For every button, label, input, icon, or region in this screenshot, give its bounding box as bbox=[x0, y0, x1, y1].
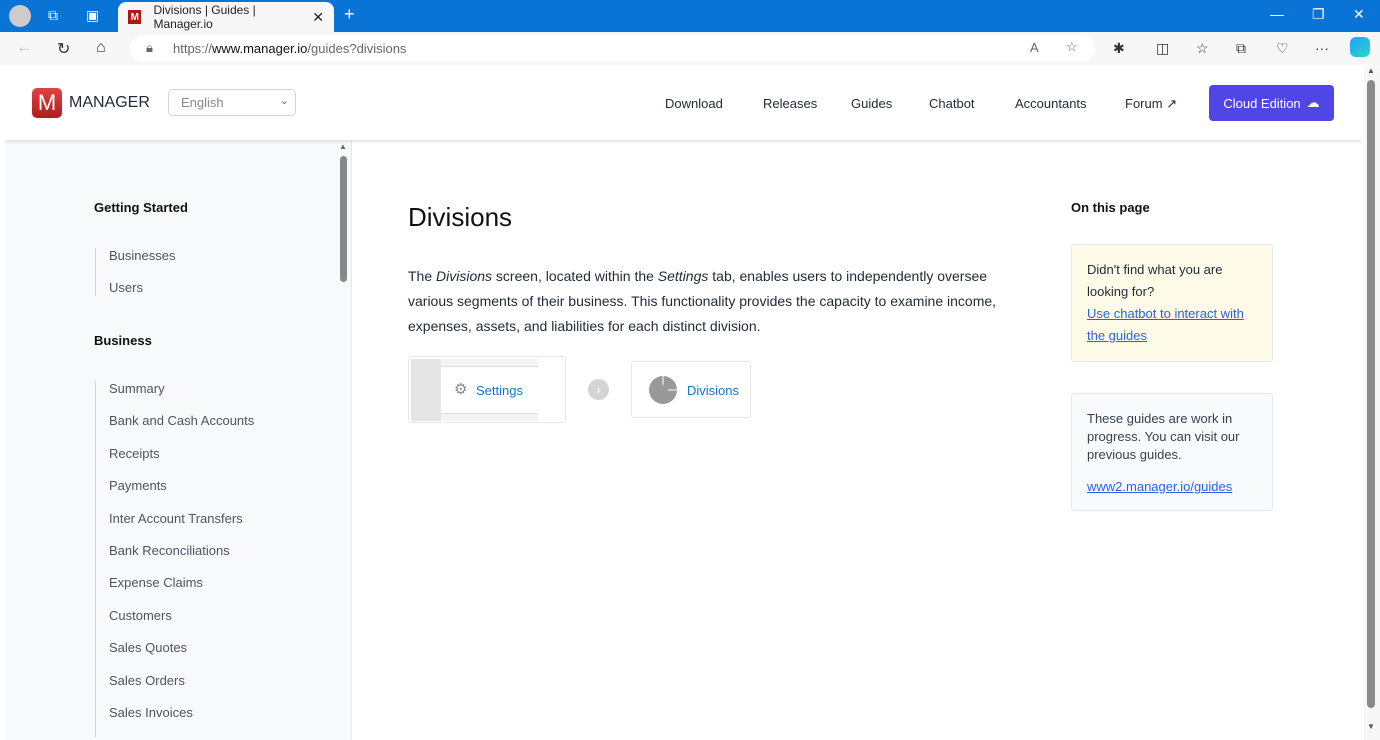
address-bar-row: ← ↻ ⌂ 🔒︎ https://www.manager.io/guides?d… bbox=[0, 32, 1380, 65]
gear-icon: ⚙ bbox=[454, 381, 468, 398]
sidebar-heading-business: Business bbox=[94, 333, 152, 348]
sidebar-item-summary[interactable]: Summary bbox=[96, 381, 254, 413]
home-icon[interactable]: ⌂ bbox=[96, 39, 106, 57]
nav-guides[interactable]: Guides bbox=[851, 96, 892, 111]
url-input[interactable]: 🔒︎ https://www.manager.io/guides?divisio… bbox=[130, 35, 1095, 62]
workspaces-icon[interactable]: ⧉ bbox=[48, 7, 58, 24]
more-icon[interactable]: ··· bbox=[1315, 40, 1329, 56]
sidebar-item-sales-quotes[interactable]: Sales Quotes bbox=[96, 640, 254, 672]
nav-releases[interactable]: Releases bbox=[763, 96, 817, 111]
sidebar-item-inter-account-transfers[interactable]: Inter Account Transfers bbox=[96, 511, 254, 543]
split-screen-icon[interactable]: ◫ bbox=[1156, 40, 1169, 57]
intro-paragraph: The Divisions screen, located within the… bbox=[408, 268, 997, 334]
divisions-tab-card[interactable]: Divisions bbox=[631, 361, 751, 418]
browser-essentials-icon[interactable]: ♡ bbox=[1276, 40, 1289, 57]
sidebar-item-businesses[interactable]: Businesses bbox=[96, 248, 175, 280]
new-tab-icon[interactable]: + bbox=[344, 4, 355, 25]
site-header: M MANAGER English ⌄ Download Releases Gui… bbox=[5, 66, 1363, 140]
read-aloud-icon[interactable]: A bbox=[1030, 40, 1039, 55]
close-tab-icon[interactable]: ✕ bbox=[312, 9, 324, 26]
sidebar-scrollbar[interactable] bbox=[340, 156, 347, 282]
favorites-icon[interactable]: ☆ bbox=[1196, 40, 1209, 57]
sidebar-item-bank-and-cash-accounts[interactable]: Bank and Cash Accounts bbox=[96, 413, 254, 445]
minimize-icon[interactable]: — bbox=[1270, 6, 1284, 22]
close-window-icon[interactable]: ✕ bbox=[1353, 6, 1365, 23]
language-select[interactable]: English ⌄ bbox=[168, 89, 296, 116]
brand-name[interactable]: MANAGER bbox=[69, 94, 150, 112]
external-link-icon: ↗ bbox=[1166, 96, 1178, 111]
sidebar-item-payments[interactable]: Payments bbox=[96, 478, 254, 510]
wip-text: These guides are work in progress. You c… bbox=[1087, 411, 1240, 462]
url-prefix: https:// bbox=[173, 41, 213, 56]
sidebar-group-business: Summary Bank and Cash Accounts Receipts … bbox=[95, 381, 254, 738]
settings-tab-card[interactable]: ⚙ Settings bbox=[408, 356, 566, 423]
collections-icon[interactable]: ⧉ bbox=[1236, 40, 1246, 57]
chatbot-link[interactable]: Use chatbot to interact with the guides bbox=[1087, 303, 1257, 347]
favorite-star-icon[interactable]: ☆ bbox=[1066, 39, 1078, 55]
previous-guides-box: These guides are work in progress. You c… bbox=[1071, 393, 1273, 511]
sidebar-group-getting-started: Businesses Users bbox=[95, 248, 175, 297]
back-icon[interactable]: ← bbox=[16, 39, 32, 57]
card-sidebar-decoration bbox=[411, 359, 441, 421]
sidebar-heading-getting-started: Getting Started bbox=[94, 200, 188, 215]
card-bottom-decoration bbox=[441, 413, 538, 421]
scroll-up-icon[interactable]: ▲ bbox=[1367, 66, 1375, 75]
divisions-label: Divisions bbox=[687, 383, 740, 398]
sidebar-item-expense-claims[interactable]: Expense Claims bbox=[96, 575, 254, 607]
cloud-edition-button[interactable]: Cloud Edition ☁ bbox=[1209, 85, 1334, 121]
chatbot-help-box: Didn't find what you are looking for? Us… bbox=[1071, 244, 1273, 362]
previous-guides-link[interactable]: www2.manager.io/guides bbox=[1087, 478, 1257, 496]
cloud-edition-label: Cloud Edition bbox=[1223, 95, 1301, 111]
sidebar-item-receipts[interactable]: Receipts bbox=[96, 446, 254, 478]
card-top-decoration bbox=[441, 359, 538, 367]
web-page: M MANAGER English ⌄ Download Releases Gui… bbox=[5, 66, 1363, 740]
page-scrollbar-thumb[interactable] bbox=[1367, 80, 1375, 708]
url-path: /guides?divisions bbox=[307, 41, 407, 56]
pie-chart-icon bbox=[649, 376, 677, 404]
on-this-page-heading: On this page bbox=[1071, 200, 1150, 215]
nav-forum[interactable]: Forum ↗ bbox=[1125, 96, 1177, 112]
nav-download[interactable]: Download bbox=[665, 96, 723, 111]
sidebar-item-bank-reconciliations[interactable]: Bank Reconciliations bbox=[96, 543, 254, 575]
chevron-down-icon: ⌄ bbox=[279, 95, 289, 107]
extensions-icon[interactable]: ✱ bbox=[1113, 40, 1125, 57]
page-title: Divisions bbox=[408, 202, 513, 232]
tab-actions-icon[interactable]: ▣ bbox=[86, 7, 99, 24]
scroll-down-icon[interactable]: ▼ bbox=[1367, 722, 1375, 731]
refresh-icon[interactable]: ↻ bbox=[57, 39, 70, 59]
sidebar-item-customers[interactable]: Customers bbox=[96, 608, 254, 640]
favicon: M bbox=[128, 10, 142, 24]
sidebar-item-users[interactable]: Users bbox=[96, 280, 175, 296]
cloud-icon: ☁ bbox=[1306, 95, 1320, 110]
nav-forum-label: Forum bbox=[1125, 96, 1163, 111]
url-domain: www.manager.io bbox=[212, 41, 308, 56]
sidebar: ▲ Getting Started Businesses Users Busin… bbox=[5, 140, 352, 740]
sidebar-item-sales-invoices[interactable]: Sales Invoices bbox=[96, 705, 254, 737]
nav-accountants[interactable]: Accountants bbox=[1015, 96, 1087, 111]
manager-logo[interactable]: M bbox=[32, 88, 62, 118]
language-value: English bbox=[181, 95, 224, 110]
profile-icon[interactable] bbox=[9, 5, 31, 27]
browser-tab-bar: ⧉ ▣ M Divisions | Guides | Manager.io ✕ … bbox=[0, 0, 1380, 32]
lock-icon: 🔒︎ bbox=[146, 40, 153, 55]
help-text: Didn't find what you are looking for? bbox=[1087, 262, 1223, 299]
scroll-up-icon[interactable]: ▲ bbox=[339, 142, 347, 151]
chevron-right-icon: › bbox=[588, 379, 609, 400]
sidebar-item-sales-orders[interactable]: Sales Orders bbox=[96, 673, 254, 705]
page-scrollbar[interactable]: ▲ ▼ bbox=[1364, 66, 1380, 740]
browser-tab[interactable]: M Divisions | Guides | Manager.io ✕ bbox=[118, 2, 334, 32]
tab-title: Divisions | Guides | Manager.io bbox=[153, 3, 256, 31]
settings-label: Settings bbox=[476, 383, 523, 398]
restore-icon[interactable]: ❐ bbox=[1312, 6, 1325, 23]
nav-chatbot[interactable]: Chatbot bbox=[929, 96, 975, 111]
copilot-icon[interactable] bbox=[1350, 37, 1370, 57]
